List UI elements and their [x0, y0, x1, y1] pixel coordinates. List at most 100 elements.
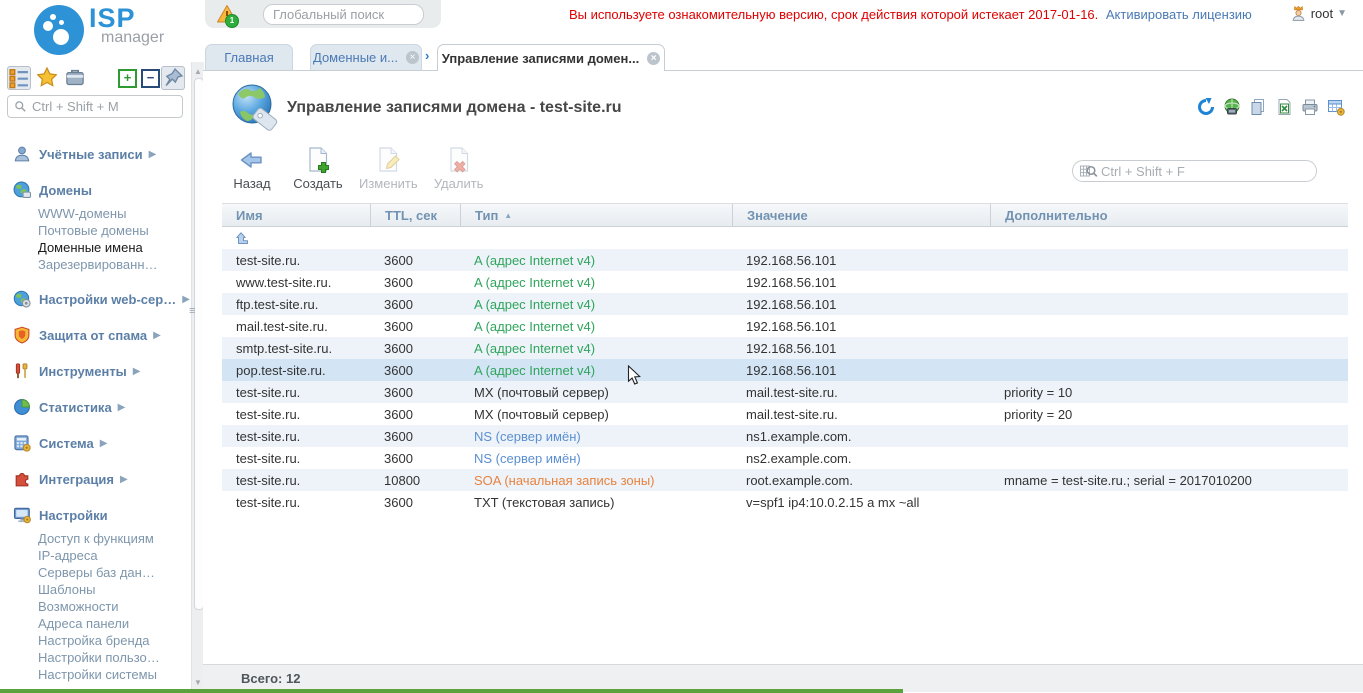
- table-row[interactable]: smtp.test-site.ru. 3600 A (адрес Interne…: [222, 337, 1348, 359]
- table-row[interactable]: test-site.ru. 3600 MX (почтовый сервер) …: [222, 403, 1348, 425]
- chevron-right-icon: ▶: [100, 438, 108, 449]
- sidebar-menu-item[interactable]: Адреса панели ▶: [0, 615, 191, 632]
- table-row[interactable]: pop.test-site.ru. 3600 A (адрес Internet…: [222, 359, 1348, 381]
- menu-item-label: Настройки web-сер…: [39, 292, 176, 307]
- sidebar-menu-item[interactable]: Настройки системы ▶: [0, 666, 191, 683]
- table-filter-input[interactable]: Ctrl + Shift + F: [1072, 160, 1317, 182]
- sidebar-menu-item[interactable]: Почтовые домены ▶: [0, 222, 191, 239]
- up-level-icon[interactable]: [235, 230, 251, 246]
- pin-icon[interactable]: [161, 66, 185, 90]
- sidebar-menu-item[interactable]: Шаблоны ▶: [0, 581, 191, 598]
- favorites-icon[interactable]: [37, 67, 57, 87]
- table-row[interactable]: test-site.ru. 10800 SOA (начальная запис…: [222, 469, 1348, 491]
- copy-icon[interactable]: [1249, 98, 1267, 116]
- sidebar-menu-item[interactable]: Учётные записи ▶: [0, 144, 191, 164]
- sidebar-menu-item[interactable]: Настройки ▶: [0, 505, 191, 525]
- sidebar-menu-item[interactable]: Статистика ▶: [0, 397, 191, 417]
- page-title: Управление записями домена - test-site.r…: [287, 99, 622, 117]
- cell-value: 192.168.56.101: [732, 341, 990, 356]
- sidebar-menu-item[interactable]: Доступ к функциям ▶: [0, 530, 191, 547]
- table-row[interactable]: test-site.ru. 3600 TXT (текстовая запись…: [222, 491, 1348, 513]
- sidebar-menu-item[interactable]: Возможности ▶: [0, 598, 191, 615]
- column-header[interactable]: Имя ▲: [222, 204, 370, 226]
- cell-value: 192.168.56.101: [732, 275, 990, 290]
- toolbar-button[interactable]: Изменить: [359, 145, 418, 191]
- up-level-row[interactable]: [222, 227, 1348, 249]
- notification-warning-icon[interactable]: 1: [216, 4, 238, 24]
- cell-name: test-site.ru.: [222, 407, 370, 422]
- excel-icon[interactable]: [1275, 98, 1293, 116]
- menu-item-label: Учётные записи: [39, 147, 143, 162]
- column-header[interactable]: Тип ▲: [460, 204, 732, 226]
- column-header[interactable]: Дополнительно ▲: [990, 204, 1348, 226]
- table-row[interactable]: test-site.ru. 3600 NS (сервер имён) ns2.…: [222, 447, 1348, 469]
- table-row[interactable]: mail.test-site.ru. 3600 A (адрес Interne…: [222, 315, 1348, 337]
- ispmanager-app: ISP manager + − Ctrl + Shift + M Учётные…: [0, 0, 1363, 693]
- chevron-right-icon: ▶: [133, 366, 141, 377]
- search-icon: [14, 100, 27, 113]
- menu-item-label: Шаблоны: [38, 582, 96, 597]
- toolbar-button[interactable]: Создать: [293, 145, 343, 191]
- globe-tag-icon: [228, 82, 281, 135]
- filter-placeholder: Ctrl + Shift + F: [1101, 164, 1185, 179]
- table-row[interactable]: test-site.ru. 3600 A (адрес Internet v4)…: [222, 249, 1348, 271]
- sidebar-menu-item[interactable]: Настройка бренда ▶: [0, 632, 191, 649]
- global-search-input[interactable]: Глобальный поиск: [263, 4, 424, 25]
- dns-records-table: Имя ▲ TTL, сек ▲ Тип ▲: [222, 203, 1348, 513]
- table-settings-icon[interactable]: [1327, 98, 1345, 116]
- sidebar-menu-item[interactable]: Защита от спама ▶: [0, 325, 191, 345]
- table-row[interactable]: www.test-site.ru. 3600 A (адрес Internet…: [222, 271, 1348, 293]
- toolbar-button[interactable]: Назад: [227, 145, 277, 191]
- print-icon[interactable]: [1301, 98, 1319, 116]
- back-icon: [237, 145, 267, 175]
- table-row[interactable]: test-site.ru. 3600 NS (сервер имён) ns1.…: [222, 425, 1348, 447]
- column-header[interactable]: Значение ▲: [732, 204, 990, 226]
- cell-name: pop.test-site.ru.: [222, 363, 370, 378]
- splitter-grip[interactable]: ≡: [189, 305, 195, 317]
- close-icon[interactable]: [406, 51, 419, 64]
- sidebar-menu-item[interactable]: Инструменты ▶: [0, 361, 191, 381]
- sidebar-menu-item[interactable]: Настройки web-сер… ▶: [0, 289, 191, 309]
- web-icon[interactable]: [1223, 98, 1241, 116]
- sidebar-menu-item[interactable]: Система ▶: [0, 433, 191, 453]
- sidebar-menu-item[interactable]: Домены ▶: [0, 180, 191, 200]
- menu-item-label: Домены: [39, 183, 92, 198]
- tasks-icon[interactable]: [65, 67, 85, 87]
- tab-home[interactable]: Главная: [205, 44, 293, 70]
- expand-all-icon[interactable]: +: [118, 69, 137, 88]
- tab-domain-records[interactable]: Управление записями домен...: [437, 44, 665, 71]
- refresh-icon[interactable]: [1197, 98, 1215, 116]
- sidebar-search-input[interactable]: Ctrl + Shift + M: [7, 95, 183, 118]
- sidebar-menu-item[interactable]: Настройки пользо… ▶: [0, 649, 191, 666]
- cell-extra: mname = test-site.ru.; serial = 20170102…: [990, 473, 1348, 488]
- cell-value: ns2.example.com.: [732, 451, 990, 466]
- stats-icon: [13, 398, 31, 416]
- sidebar-menu-item[interactable]: Доменные имена ▶: [0, 239, 191, 256]
- cell-type: NS (сервер имён): [460, 429, 732, 444]
- cell-ttl: 3600: [370, 363, 460, 378]
- sidebar-menu-item[interactable]: Интеграция ▶: [0, 469, 191, 489]
- sidebar-menu-item[interactable]: Серверы баз дан… ▶: [0, 564, 191, 581]
- menu-item-label: Система: [39, 436, 94, 451]
- tree-view-icon[interactable]: [7, 66, 31, 90]
- sidebar-menu-item[interactable]: WWW-домены ▶: [0, 205, 191, 222]
- tab-domain-names[interactable]: Доменные и...: [310, 44, 422, 70]
- table-row[interactable]: test-site.ru. 3600 MX (почтовый сервер) …: [222, 381, 1348, 403]
- cell-value: 192.168.56.101: [732, 253, 990, 268]
- menu-item-label: Защита от спама: [39, 328, 147, 343]
- activate-license-link[interactable]: Активировать лицензию: [1106, 7, 1252, 22]
- table-row[interactable]: ftp.test-site.ru. 3600 A (адрес Internet…: [222, 293, 1348, 315]
- logo-title: ISP: [89, 5, 164, 32]
- tab-overflow-arrow[interactable]: ›: [425, 48, 429, 63]
- sidebar-menu-item[interactable]: IP-адреса ▶: [0, 547, 191, 564]
- column-header[interactable]: TTL, сек ▲: [370, 204, 460, 226]
- user-icon: [1290, 5, 1307, 22]
- sidebar-menu-item[interactable]: Зарезервированн… ▶: [0, 256, 191, 273]
- cell-type: A (адрес Internet v4): [460, 253, 732, 268]
- user-menu[interactable]: root ▼: [1290, 5, 1347, 22]
- toolbar-button[interactable]: Удалить: [434, 145, 484, 191]
- collapse-all-icon[interactable]: −: [141, 69, 160, 88]
- close-icon[interactable]: [647, 52, 660, 65]
- table-body: test-site.ru. 3600 A (адрес Internet v4)…: [222, 249, 1348, 513]
- header-actions: [1197, 98, 1345, 116]
